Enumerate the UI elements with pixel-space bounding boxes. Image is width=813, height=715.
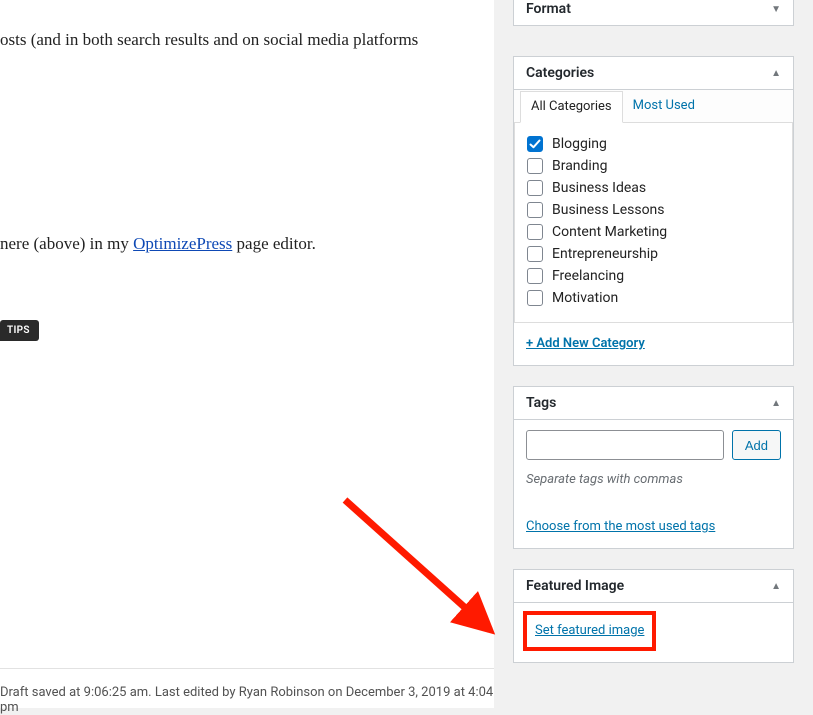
category-label: Freelancing [552, 268, 624, 284]
category-checkbox[interactable] [527, 158, 543, 174]
body-text-suffix: page editor. [232, 234, 316, 253]
featured-image-panel-body: Set featured image [514, 603, 793, 662]
categories-panel-body: All Categories Most Used Blogging Brandin… [514, 90, 793, 365]
category-checkbox[interactable] [527, 202, 543, 218]
tags-input-row: Add [526, 430, 781, 460]
tags-panel: Tags ▲ Add Separate tags with commas Cho… [513, 386, 794, 549]
categories-panel-header[interactable]: Categories ▲ [514, 57, 793, 90]
category-checkbox[interactable] [527, 268, 543, 284]
tags-hint: Separate tags with commas [526, 472, 781, 487]
category-item[interactable]: Business Ideas [527, 177, 780, 199]
category-checkbox[interactable] [527, 290, 543, 306]
category-item[interactable]: Entrepreneurship [527, 243, 780, 265]
tags-input[interactable] [526, 430, 724, 460]
body-text-fragment-2: nere (above) in my OptimizePress page ed… [0, 231, 480, 257]
add-new-category-link[interactable]: + Add New Category [526, 336, 645, 351]
category-item[interactable]: Content Marketing [527, 221, 780, 243]
format-panel-header[interactable]: Format ▼ [514, 0, 793, 25]
autosave-status: Draft saved at 9:06:25 am. Last edited b… [0, 685, 494, 715]
category-checkbox[interactable] [527, 224, 543, 240]
category-item[interactable]: Freelancing [527, 265, 780, 287]
category-label: Content Marketing [552, 224, 667, 240]
featured-image-panel-header[interactable]: Featured Image ▲ [514, 570, 793, 603]
category-item[interactable]: Branding [527, 155, 780, 177]
tags-panel-body: Add Separate tags with commas Choose fro… [514, 420, 793, 548]
categories-panel: Categories ▲ All Categories Most Used Bl… [513, 56, 794, 366]
category-label: Motivation [552, 290, 618, 306]
category-item[interactable]: Business Lessons [527, 199, 780, 221]
editor-main: osts (and in both search results and on … [0, 0, 494, 708]
optimizepress-link[interactable]: OptimizePress [133, 234, 232, 253]
category-checkbox[interactable] [527, 136, 543, 152]
categories-tabs: All Categories Most Used [514, 90, 793, 123]
choose-most-used-tags-link[interactable]: Choose from the most used tags [526, 519, 715, 534]
format-panel-title: Format [526, 1, 571, 17]
featured-image-panel-title: Featured Image [526, 578, 624, 594]
tab-all-categories[interactable]: All Categories [520, 91, 623, 123]
category-label: Entrepreneurship [552, 246, 658, 262]
body-text-prefix: nere (above) in my [0, 234, 133, 253]
tab-most-used[interactable]: Most Used [623, 91, 705, 123]
category-label: Branding [552, 158, 607, 174]
category-item[interactable]: Motivation [527, 287, 780, 309]
category-label: Business Lessons [552, 202, 665, 218]
category-checkbox[interactable] [527, 246, 543, 262]
category-checkbox[interactable] [527, 180, 543, 196]
featured-image-panel: Featured Image ▲ Set featured image [513, 569, 794, 663]
category-label: Business Ideas [552, 180, 646, 196]
set-featured-image-link[interactable]: Set featured image [535, 623, 644, 638]
editor-sidebar: Format ▼ Categories ▲ All Categories Mos… [494, 0, 813, 708]
categories-list[interactable]: Blogging Branding Business Ideas Business L… [514, 123, 793, 323]
chevron-up-icon: ▲ [771, 398, 781, 409]
format-panel: Format ▼ [513, 0, 794, 26]
tags-panel-title: Tags [526, 395, 556, 411]
chevron-up-icon: ▲ [771, 68, 781, 79]
tags-panel-header[interactable]: Tags ▲ [514, 387, 793, 420]
category-label: Blogging [552, 136, 607, 152]
chevron-up-icon: ▲ [771, 581, 781, 592]
categories-panel-title: Categories [526, 65, 594, 81]
body-text-fragment-1: osts (and in both search results and on … [0, 27, 480, 53]
chevron-down-icon: ▼ [771, 4, 781, 15]
category-item[interactable]: Blogging [527, 133, 780, 155]
content-divider [0, 668, 494, 669]
add-tag-button[interactable]: Add [732, 430, 781, 460]
annotation-highlight-box: Set featured image [523, 611, 656, 651]
tips-badge: TIPS [0, 320, 39, 341]
